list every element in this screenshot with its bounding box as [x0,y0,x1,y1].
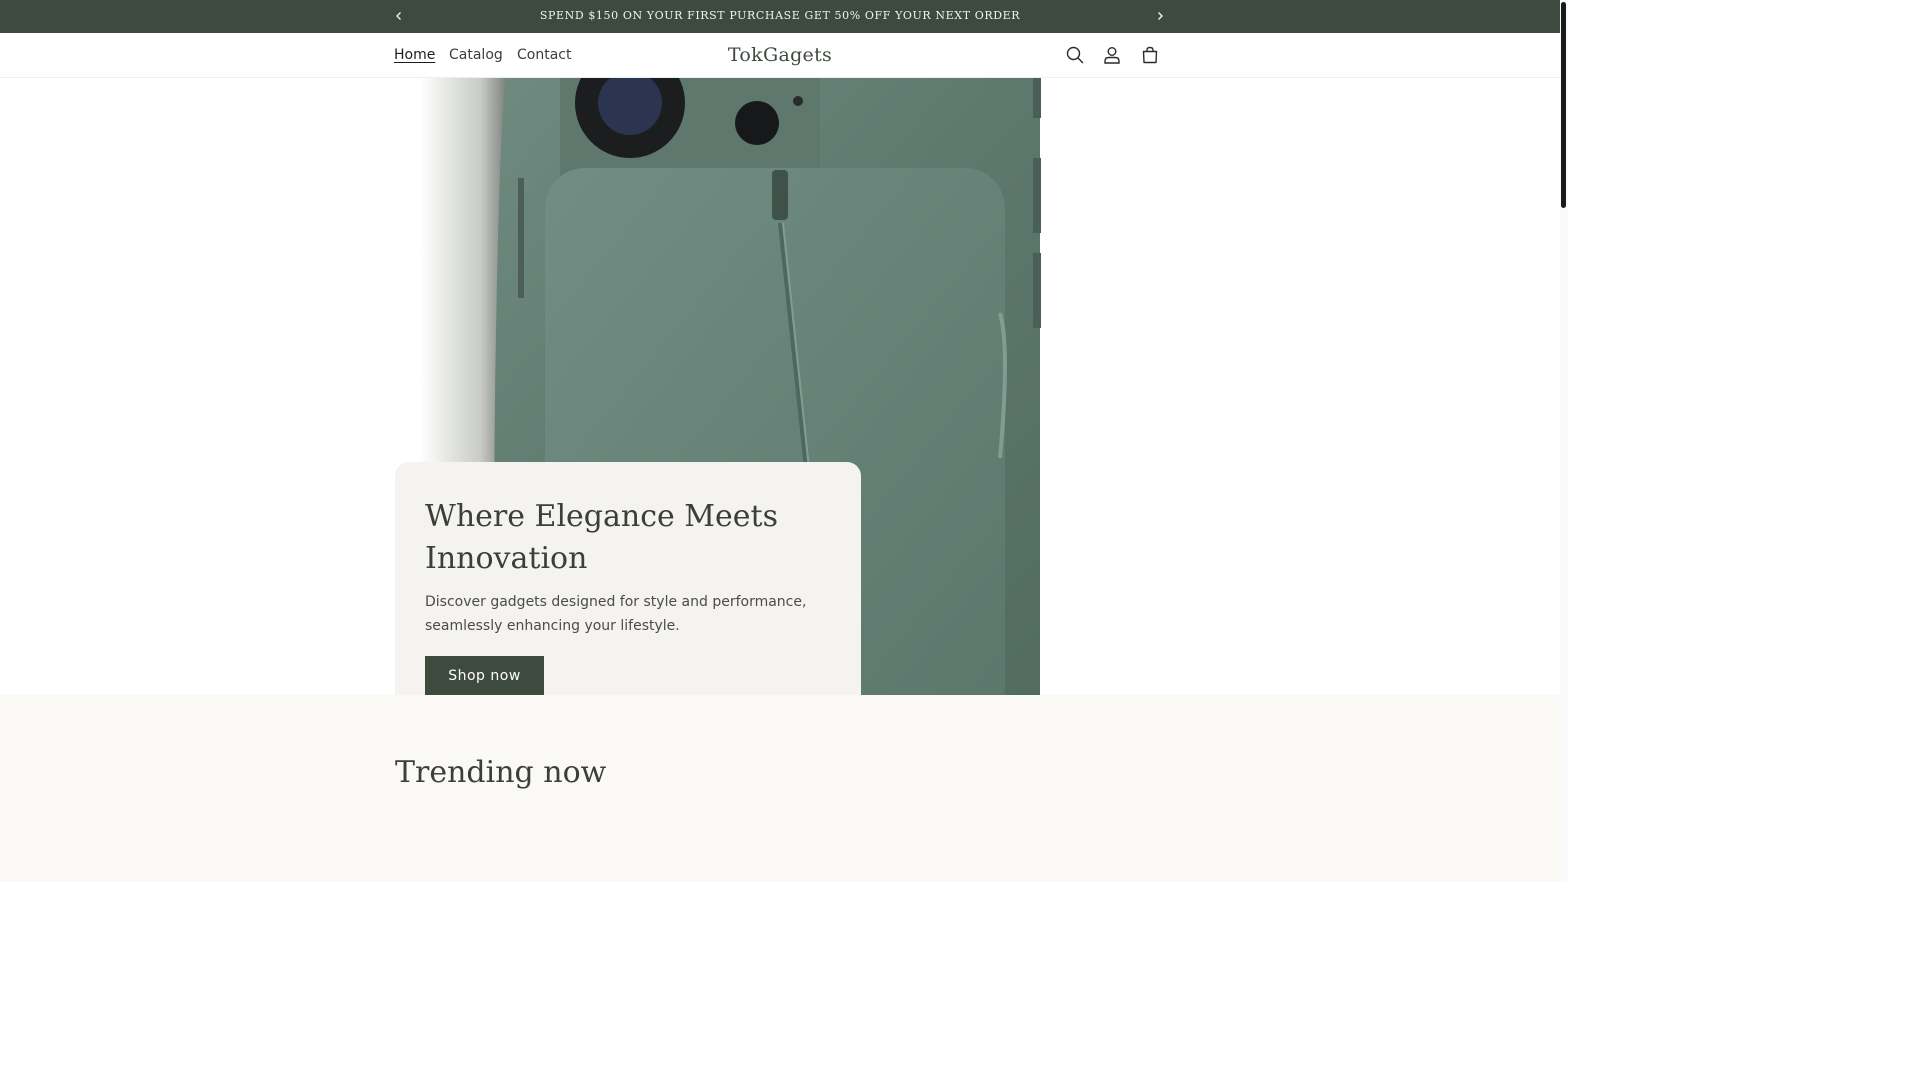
search-button[interactable] [1061,41,1089,69]
announcement-next-button[interactable] [1151,7,1169,25]
scrollbar-thumb[interactable] [1561,2,1566,208]
trending-section: Trending now [0,695,1560,882]
account-button[interactable] [1098,41,1126,69]
announcement-message: SPEND $150 ON YOUR FIRST PURCHASE GET 50… [539,9,1021,22]
site-header: Home Catalog Contact TokGagets [0,33,1560,78]
account-icon [1104,47,1120,64]
trending-heading: Trending now [395,755,607,790]
announcement-bar: SPEND $150 ON YOUR FIRST PURCHASE GET 50… [0,0,1560,33]
site-logo[interactable]: TokGagets [0,33,1560,77]
cart-icon [1142,46,1158,64]
hero-banner: Where Elegance Meets Innovation Discover… [0,78,1560,695]
hero-text: Discover gadgets designed for style and … [425,594,807,634]
cart-button[interactable] [1136,41,1164,69]
shop-now-button[interactable]: Shop now [425,656,544,695]
hero-heading: Where Elegance Meets Innovation [425,499,778,576]
page-scrollbar[interactable] [1560,0,1568,882]
search-icon [1066,46,1084,64]
chevron-right-icon [1158,12,1163,20]
hero-card: Where Elegance Meets Innovation Discover… [395,462,861,695]
